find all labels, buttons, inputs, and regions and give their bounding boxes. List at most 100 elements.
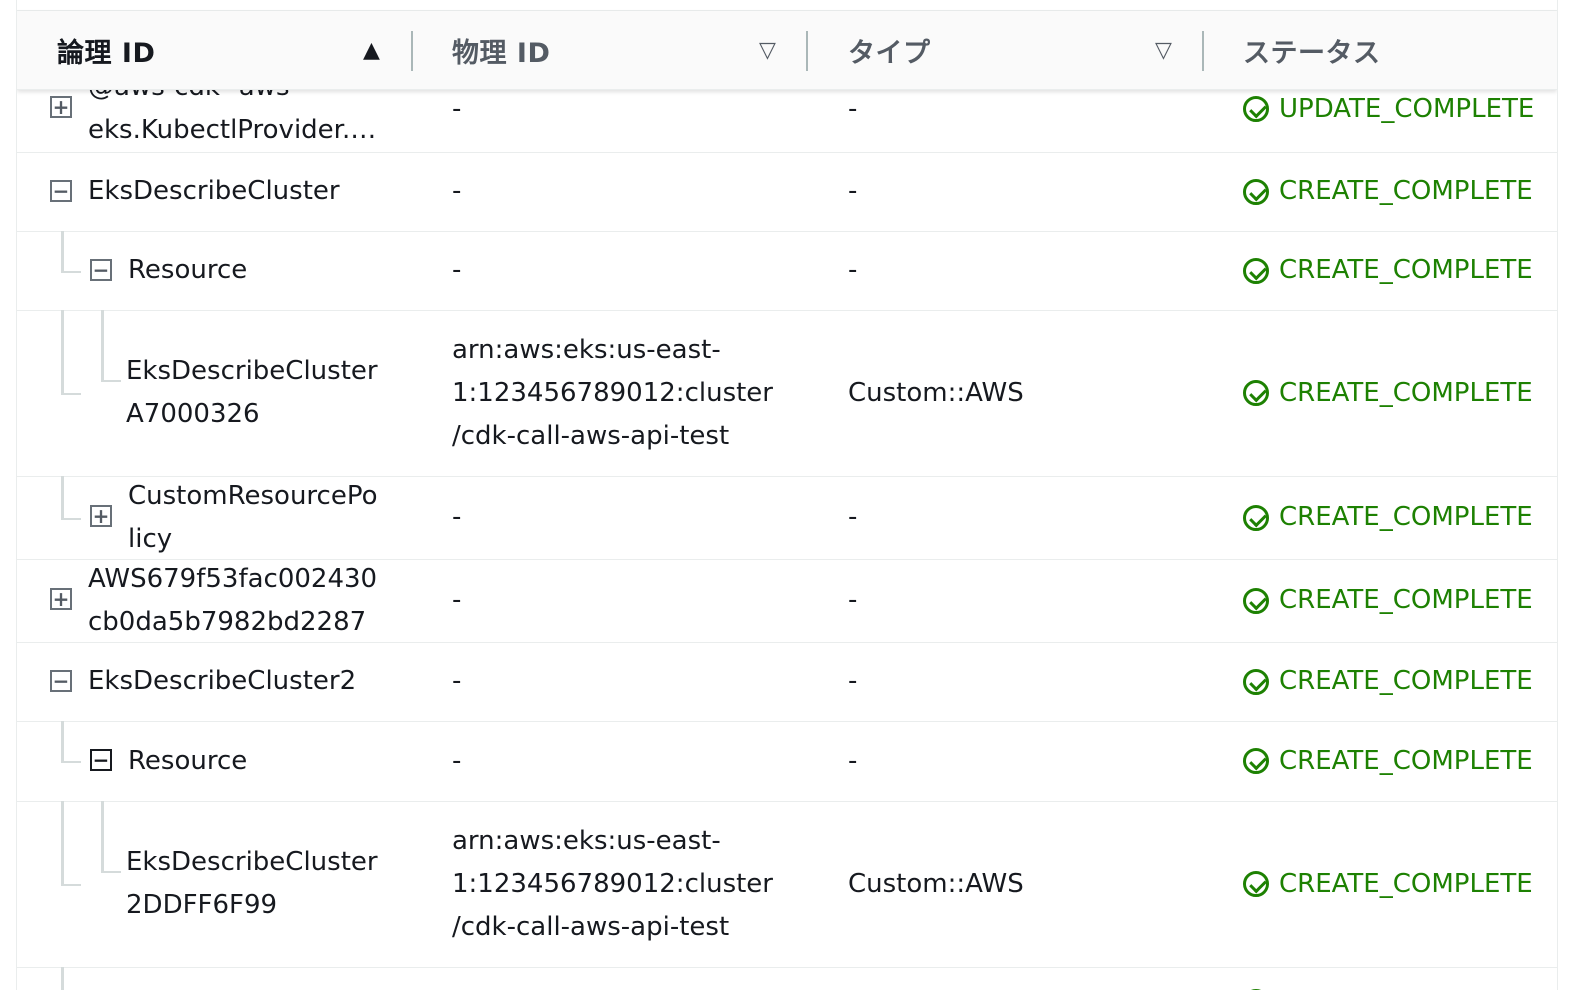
column-header-logical-id[interactable]: 論理 ID [57, 11, 155, 89]
status-text: CREATE_COMPLETE [1279, 745, 1533, 776]
cell-physical-id: - [452, 721, 461, 801]
cell-physical-id: - [452, 152, 461, 231]
table-row: + CustomResourcePo licy - - CREATE_COMPLETE [17, 476, 1557, 560]
status-badge: CREATE_COMPLETE [1243, 559, 1533, 642]
column-header-type[interactable]: タイプ [848, 11, 931, 89]
logical-id-text: Resource [128, 745, 248, 776]
physical-id-text: - [452, 666, 462, 696]
tree-guide-line [61, 884, 81, 886]
physical-id-text: - [452, 176, 462, 206]
collapse-icon[interactable]: − [50, 179, 72, 202]
logical-id-text: Resource [128, 255, 248, 285]
status-text: CREATE_COMPLETE [1279, 666, 1533, 696]
check-circle-icon [1243, 748, 1269, 774]
column-resizer[interactable] [1202, 31, 1204, 71]
table-row: − EksDescribeCluster2 - - CREATE_COMPLETE [17, 642, 1557, 722]
status-text: CREATE_COMPLETE [1279, 981, 1533, 990]
collapse-icon[interactable]: − [90, 749, 112, 771]
cell-type: Custom::AWS [848, 377, 1024, 408]
status-text: UPDATE_COMPLETE [1279, 93, 1535, 124]
sort-icon-physical-id[interactable]: ▽ [759, 11, 776, 89]
cell-type: - [848, 967, 857, 990]
check-circle-icon [1243, 504, 1269, 531]
status-text: CREATE_COMPLETE [1279, 255, 1533, 285]
table-top-border [17, 0, 1557, 11]
column-label-status: ステータス [1243, 37, 1381, 69]
tree-guide-line [61, 721, 64, 763]
column-resizer[interactable] [411, 31, 413, 71]
physical-id-text: 1:123456789012:cluster [452, 377, 773, 408]
logical-id-text: EksDescribeCluster [126, 356, 378, 386]
logical-id-text: CustomResourcePo [128, 480, 378, 511]
cell-logical-id: EksDescribeCluster 2DDFF6F99 [126, 801, 378, 967]
check-circle-icon [1243, 380, 1269, 406]
logical-id-text: licy [128, 523, 173, 554]
cell-type: - [848, 745, 858, 776]
status-text: CREATE_COMPLETE [1279, 868, 1533, 899]
check-circle-icon [1243, 587, 1269, 614]
status-badge: CREATE_COMPLETE [1243, 801, 1533, 967]
expand-icon[interactable]: + [50, 96, 72, 118]
cell-physical-id: - [452, 559, 461, 642]
cell-logical-id: EksDescribeCluster A7000326 [126, 310, 378, 476]
cell-logical-id: CustomResourcePo licy [128, 476, 378, 559]
cell-logical-id: EksDescribeCluster2 [88, 642, 356, 721]
collapse-icon[interactable]: − [50, 669, 72, 692]
table-row: + AWS679f53fac002430 cb0da5b7982bd2287 - - CR… [17, 559, 1557, 643]
physical-id-text: - [452, 585, 462, 615]
table-row: − Resource - - CREATE_COMPLETE [17, 721, 1557, 802]
tree-guide-line [101, 801, 104, 871]
table-row: +CustomResourcePo--CREATE_COMPLETE [17, 967, 1557, 990]
physical-id-text: arn:aws:eks:us-east- [452, 334, 721, 365]
status-text: CREATE_COMPLETE [1279, 585, 1533, 615]
tree-guide-line [101, 379, 121, 382]
logical-id-text: A7000326 [126, 399, 260, 429]
physical-id-text: - [452, 502, 462, 532]
table-row: − EksDescribeCluster - - CREATE_COMPLETE [17, 152, 1557, 232]
check-circle-icon [1243, 96, 1269, 122]
cell-logical-id: CustomResourcePo [128, 967, 378, 990]
column-resizer[interactable] [806, 31, 808, 71]
table-row: EksDescribeCluster 2DDFF6F99 arn:aws:eks:u… [17, 801, 1557, 968]
column-label-physical-id: 物理 ID [452, 37, 551, 69]
status-badge: CREATE_COMPLETE [1243, 310, 1533, 476]
sort-icon-type[interactable]: ▽ [1155, 11, 1172, 89]
cell-logical-id: EksDescribeCluster [88, 152, 340, 231]
logical-id-text: 2DDFF6F99 [126, 890, 278, 920]
logical-id-text: eks.KubectlProvider.… [88, 115, 377, 145]
physical-id-text: /cdk-call-aws-api-test [452, 420, 730, 451]
status-text: CREATE_COMPLETE [1279, 176, 1533, 206]
resources-table: 論理 ID ▲ 物理 ID ▽ タイプ ▽ ステータス +@aws-cdk--a… [16, 0, 1558, 990]
logical-id-text: EksDescribeCluster2 [88, 666, 357, 696]
cell-type: - [848, 176, 858, 206]
column-header-status[interactable]: ステータス [1243, 11, 1381, 89]
expand-icon[interactable]: + [90, 504, 112, 527]
cell-physical-id: - [452, 967, 461, 990]
column-label-logical-id: 論理 ID [57, 37, 156, 69]
status-badge: CREATE_COMPLETE [1243, 476, 1533, 559]
physical-id-text: - [452, 93, 462, 124]
status-badge: CREATE_COMPLETE [1243, 721, 1533, 801]
tree-guide-line [61, 310, 64, 395]
cell-type: - [848, 502, 858, 532]
status-badge: CREATE_COMPLETE [1243, 231, 1533, 310]
collapse-icon[interactable]: − [90, 258, 112, 281]
cell-physical-id: arn:aws:eks:us-east- 1:123456789012:clust… [452, 310, 773, 476]
cell-physical-id: - [452, 231, 461, 310]
logical-id-text: EksDescribeCluster [126, 847, 378, 877]
physical-id-text: - [452, 745, 462, 776]
physical-id-text: - [452, 255, 462, 285]
cell-logical-id: AWS679f53fac002430 cb0da5b7982bd2287 [88, 559, 377, 642]
cell-physical-id: arn:aws:eks:us-east- 1:123456789012:clust… [452, 801, 773, 967]
physical-id-text: - [452, 981, 461, 990]
check-circle-icon [1243, 871, 1269, 897]
check-circle-icon [1243, 257, 1269, 284]
column-header-physical-id[interactable]: 物理 ID [452, 11, 550, 89]
sort-ascending-icon[interactable]: ▲ [363, 11, 380, 89]
tree-guide-line [61, 761, 81, 763]
tree-guide-line [61, 476, 64, 520]
logical-id-text: CustomResourcePo [128, 981, 378, 990]
expand-icon[interactable]: + [50, 587, 72, 610]
logical-id-text: cb0da5b7982bd2287 [88, 606, 367, 637]
cell-physical-id: - [452, 642, 461, 721]
